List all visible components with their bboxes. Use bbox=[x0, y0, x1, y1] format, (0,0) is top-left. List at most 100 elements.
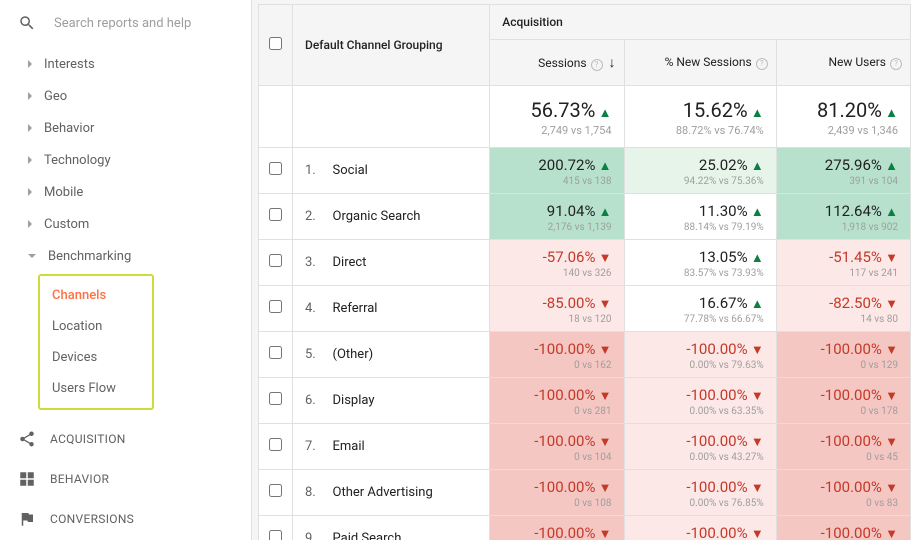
cell-newsess: 13.05% ▲83.57% vs 73.93% bbox=[624, 240, 776, 286]
row-name[interactable]: Other Advertising bbox=[325, 470, 490, 516]
arrow-up-icon: ▲ bbox=[751, 297, 764, 312]
caret-icon bbox=[28, 254, 36, 258]
metric-cell: 11.30% ▲88.14% vs 79.19% bbox=[625, 194, 776, 239]
caret-icon bbox=[28, 156, 32, 164]
metric-cell: -100.00% ▼0.00% vs 79.63% bbox=[625, 332, 776, 377]
help-icon[interactable]: ? bbox=[890, 58, 902, 70]
table-row: 6.Display-100.00% ▼0 vs 281-100.00% ▼0.0… bbox=[259, 378, 911, 424]
nav-item-mobile[interactable]: Mobile bbox=[0, 176, 251, 208]
cell-newusers: -100.00% ▼0 vs 129 bbox=[776, 332, 910, 378]
row-number: 6. bbox=[293, 378, 325, 424]
metric-pct: 112.64% bbox=[825, 202, 882, 220]
row-checkbox[interactable] bbox=[269, 208, 282, 221]
row-cb-cell[interactable] bbox=[259, 240, 293, 286]
row-checkbox[interactable] bbox=[269, 530, 282, 540]
metric-pct: -100.00% bbox=[686, 340, 747, 358]
arrow-down-icon: ▼ bbox=[751, 389, 764, 404]
metric-cell: -100.00% ▼0.00% vs 76.85% bbox=[625, 470, 776, 515]
row-name[interactable]: Social bbox=[325, 148, 490, 194]
row-name[interactable]: Direct bbox=[325, 240, 490, 286]
col-new-users[interactable]: New Users? bbox=[776, 40, 910, 86]
metric-pct: 275.96% bbox=[825, 156, 882, 174]
arrow-down-icon: ▼ bbox=[885, 481, 898, 496]
row-cb-cell[interactable] bbox=[259, 516, 293, 540]
nav-item-behavior[interactable]: Behavior bbox=[0, 112, 251, 144]
row-name[interactable]: Email bbox=[325, 424, 490, 470]
row-name[interactable]: Display bbox=[325, 378, 490, 424]
nav-item-custom[interactable]: Custom bbox=[0, 208, 251, 240]
row-checkbox[interactable] bbox=[269, 346, 282, 359]
nav-item-benchmarking[interactable]: Benchmarking bbox=[0, 240, 251, 272]
cell-newsess: -100.00% ▼0.00% vs 43.27% bbox=[624, 424, 776, 470]
nav-item-technology[interactable]: Technology bbox=[0, 144, 251, 176]
metric-pct: -51.45% bbox=[829, 248, 882, 266]
arrow-down-icon: ▼ bbox=[751, 435, 764, 450]
cell-sessions: -100.00% ▼0 vs 104 bbox=[490, 424, 624, 470]
metric-pct: -100.00% bbox=[821, 478, 882, 496]
row-cb-cell[interactable] bbox=[259, 148, 293, 194]
arrow-down-icon: ▼ bbox=[599, 297, 612, 312]
row-checkbox[interactable] bbox=[269, 438, 282, 451]
metric-cell: -100.00% ▼0.00% vs 74.92% bbox=[625, 516, 776, 540]
arrow-down-icon: ▼ bbox=[751, 527, 764, 540]
col-new-sessions[interactable]: % New Sessions? bbox=[624, 40, 776, 86]
metric-cell: -57.06% ▼140 vs 326 bbox=[490, 240, 623, 285]
row-cb-cell[interactable] bbox=[259, 378, 293, 424]
search-bar[interactable]: Search reports and help bbox=[0, 0, 251, 48]
arrow-down-icon: ▼ bbox=[885, 435, 898, 450]
col-sessions[interactable]: Sessions?↓ bbox=[490, 40, 624, 86]
row-checkbox[interactable] bbox=[269, 392, 282, 405]
row-checkbox[interactable] bbox=[269, 300, 282, 313]
metric-sub: 0 vs 281 bbox=[502, 406, 611, 417]
section-behavior[interactable]: BEHAVIOR bbox=[0, 456, 251, 496]
row-number: 7. bbox=[293, 424, 325, 470]
nav-label: Behavior bbox=[44, 121, 94, 136]
row-cb-cell[interactable] bbox=[259, 194, 293, 240]
submenu-devices[interactable]: Devices bbox=[40, 342, 152, 373]
cell-sessions: 91.04% ▲2,176 vs 1,139 bbox=[490, 194, 624, 240]
cell-sessions: -100.00% ▼0 vs 331 bbox=[490, 516, 624, 540]
row-name[interactable]: Organic Search bbox=[325, 194, 490, 240]
metric-pct: -82.50% bbox=[829, 294, 882, 312]
metric-sub: 0 vs 162 bbox=[502, 360, 611, 371]
sidebar: Search reports and help InterestsGeo Beha… bbox=[0, 0, 252, 540]
cell-newsess: 16.67% ▲77.78% vs 66.67% bbox=[624, 286, 776, 332]
row-checkbox[interactable] bbox=[269, 254, 282, 267]
table-row: 2.Organic Search91.04% ▲2,176 vs 1,13911… bbox=[259, 194, 911, 240]
table-row: 9.Paid Search-100.00% ▼0 vs 331-100.00% … bbox=[259, 516, 911, 540]
table-row: 3.Direct-57.06% ▼140 vs 32613.05% ▲83.57… bbox=[259, 240, 911, 286]
row-cb-cell[interactable] bbox=[259, 470, 293, 516]
row-name[interactable]: (Other) bbox=[325, 332, 490, 378]
row-cb-cell[interactable] bbox=[259, 286, 293, 332]
metric-cell: -100.00% ▼0 vs 129 bbox=[777, 332, 910, 377]
row-checkbox[interactable] bbox=[269, 484, 282, 497]
row-name[interactable]: Paid Search bbox=[325, 516, 490, 540]
nav-item-interests[interactable]: Interests bbox=[0, 48, 251, 80]
select-all-header[interactable] bbox=[259, 5, 293, 86]
flag-icon bbox=[18, 510, 36, 528]
metric-sub: 140 vs 326 bbox=[502, 268, 611, 279]
metric-cell: -100.00% ▼0 vs 108 bbox=[490, 470, 623, 515]
acquisition-header: Acquisition bbox=[490, 5, 911, 40]
section-acquisition[interactable]: ACQUISITION bbox=[0, 416, 251, 456]
arrow-down-icon: ▼ bbox=[885, 527, 898, 540]
row-cb-cell[interactable] bbox=[259, 424, 293, 470]
help-icon[interactable]: ? bbox=[756, 58, 768, 70]
metric-cell: -100.00% ▼0 vs 178 bbox=[777, 378, 910, 423]
metric-pct: 15.62% bbox=[683, 98, 748, 122]
row-name[interactable]: Referral bbox=[325, 286, 490, 332]
submenu-location[interactable]: Location bbox=[40, 311, 152, 342]
submenu-channels[interactable]: Channels bbox=[40, 280, 152, 311]
section-conversions[interactable]: CONVERSIONS bbox=[0, 496, 251, 536]
metric-pct: -100.00% bbox=[534, 386, 595, 404]
nav-item-geo[interactable]: Geo bbox=[0, 80, 251, 112]
help-icon[interactable]: ? bbox=[591, 59, 603, 71]
group-header[interactable]: Default Channel Grouping bbox=[293, 5, 490, 86]
submenu-users-flow[interactable]: Users Flow bbox=[40, 373, 152, 404]
row-checkbox[interactable] bbox=[269, 162, 282, 175]
select-all-checkbox[interactable] bbox=[269, 37, 282, 50]
metric-sub: 1,918 vs 902 bbox=[789, 222, 898, 233]
metric-sub: 2,439 vs 1,346 bbox=[789, 124, 898, 137]
row-cb-cell[interactable] bbox=[259, 332, 293, 378]
table-row: 5.(Other)-100.00% ▼0 vs 162-100.00% ▼0.0… bbox=[259, 332, 911, 378]
